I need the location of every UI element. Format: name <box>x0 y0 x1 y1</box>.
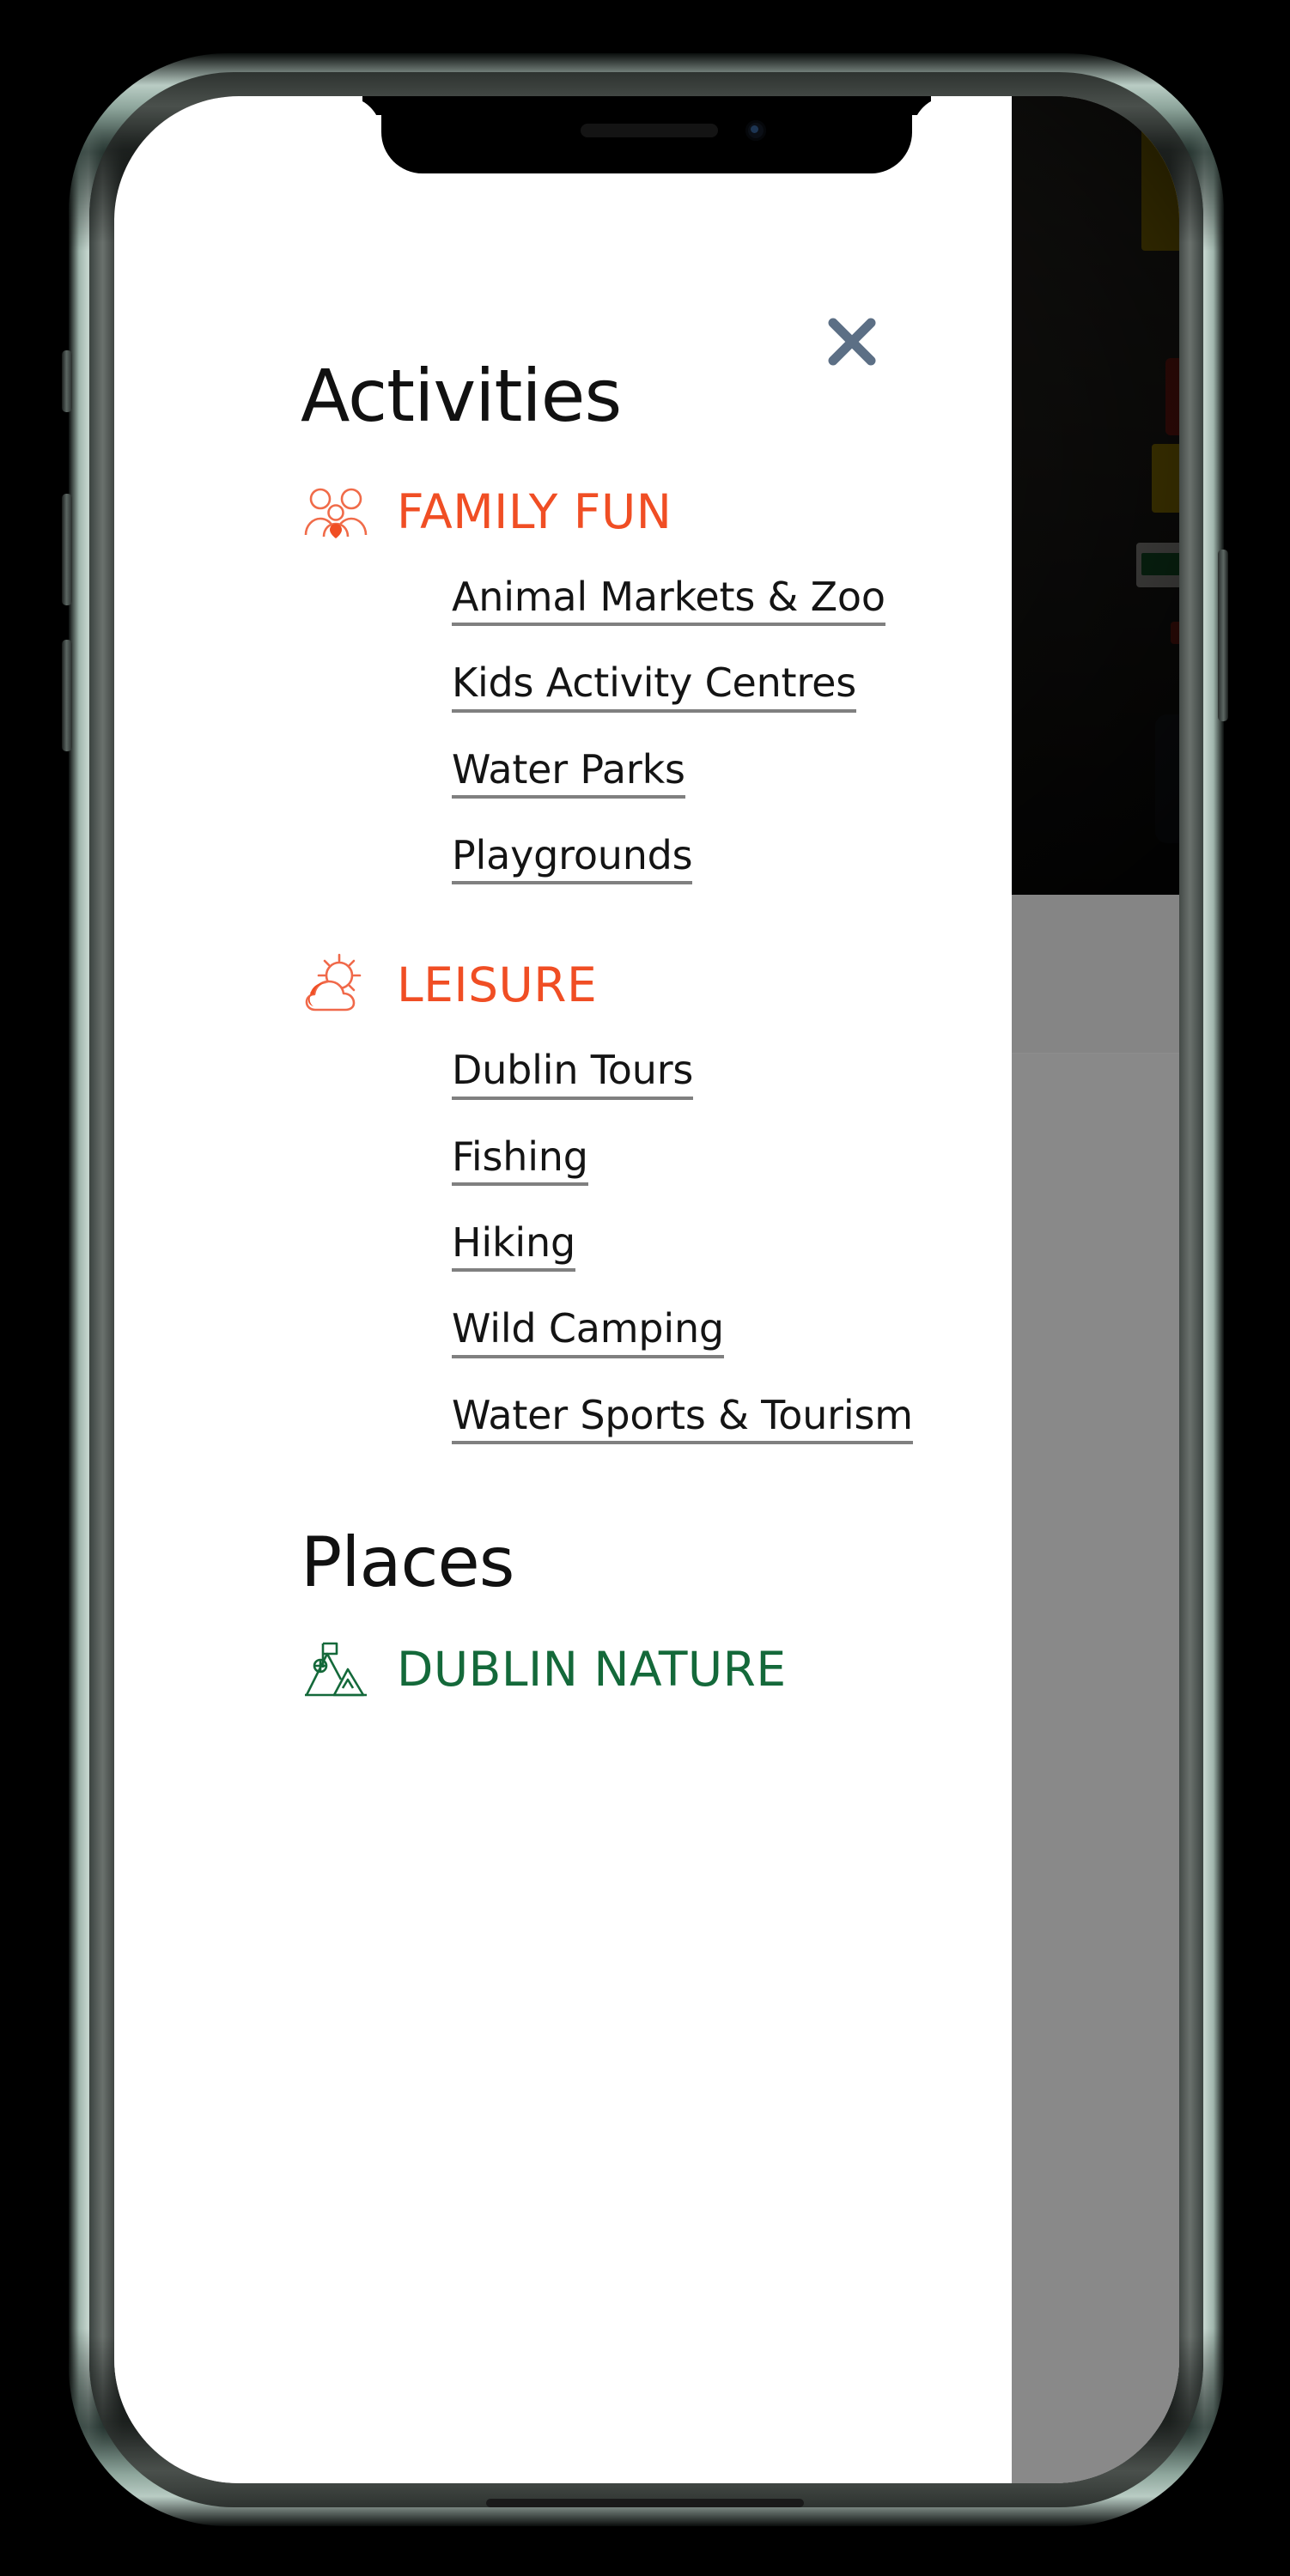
section-links-leisure: Dublin Tours Fishing Hiking Wild Camping… <box>301 1049 977 1444</box>
link-kids-activity-centres[interactable]: Kids Activity Centres <box>452 662 856 713</box>
phone-screen: Activities FAMILY FUN Animal Markets & Z… <box>114 96 1179 2483</box>
list-item: Water Parks <box>452 749 977 799</box>
mountain-flag-icon <box>301 1637 374 1704</box>
volume-down-button[interactable] <box>62 640 72 751</box>
link-fishing[interactable]: Fishing <box>452 1135 588 1186</box>
section-leisure: LEISURE Dublin Tours Fishing Hiking Wild… <box>301 951 977 1444</box>
list-item: Fishing <box>452 1135 977 1186</box>
front-camera-icon <box>745 120 766 141</box>
list-item: Kids Activity Centres <box>452 662 977 713</box>
list-item: Dublin Tours <box>452 1049 977 1100</box>
section-label: DUBLIN NATURE <box>397 1642 787 1698</box>
list-item: Playgrounds <box>452 835 977 885</box>
list-item: Wild Camping <box>452 1308 977 1358</box>
screenshot-stage: Activities FAMILY FUN Animal Markets & Z… <box>0 0 1290 2576</box>
list-item: Animal Markets & Zoo <box>452 576 977 627</box>
list-item: Hiking <box>452 1222 977 1273</box>
power-button[interactable] <box>1218 550 1228 721</box>
link-wild-camping[interactable]: Wild Camping <box>452 1308 724 1358</box>
section-header-dublin-nature[interactable]: DUBLIN NATURE <box>301 1637 977 1704</box>
list-item: Water Sports & Tourism <box>452 1394 977 1444</box>
section-header-family-fun[interactable]: FAMILY FUN <box>301 478 977 545</box>
link-playgrounds[interactable]: Playgrounds <box>452 835 693 885</box>
section-label: LEISURE <box>397 957 598 1012</box>
section-dublin-nature: DUBLIN NATURE <box>301 1637 977 1704</box>
link-dublin-tours[interactable]: Dublin Tours <box>452 1049 693 1100</box>
volume-up-button[interactable] <box>62 494 72 605</box>
speaker-grille-icon <box>581 124 718 137</box>
places-heading: Places <box>301 1522 514 1602</box>
mute-switch[interactable] <box>62 350 72 412</box>
sun-behind-cloud-icon <box>301 951 374 1018</box>
home-indicator <box>486 2499 804 2507</box>
activities-drawer: Activities FAMILY FUN Animal Markets & Z… <box>114 96 1012 2483</box>
link-hiking[interactable]: Hiking <box>452 1222 575 1273</box>
section-family-fun: FAMILY FUN Animal Markets & Zoo Kids Act… <box>301 478 977 885</box>
link-water-sports-and-tourism[interactable]: Water Sports & Tourism <box>452 1394 913 1444</box>
family-group-icon <box>301 478 374 545</box>
close-icon[interactable] <box>821 311 883 373</box>
section-label: FAMILY FUN <box>397 483 672 539</box>
section-header-leisure[interactable]: LEISURE <box>301 951 977 1018</box>
link-animal-markets-and-zoo[interactable]: Animal Markets & Zoo <box>452 576 885 627</box>
link-water-parks[interactable]: Water Parks <box>452 749 685 799</box>
device-notch <box>381 96 912 173</box>
section-links-family-fun: Animal Markets & Zoo Kids Activity Centr… <box>301 576 977 885</box>
